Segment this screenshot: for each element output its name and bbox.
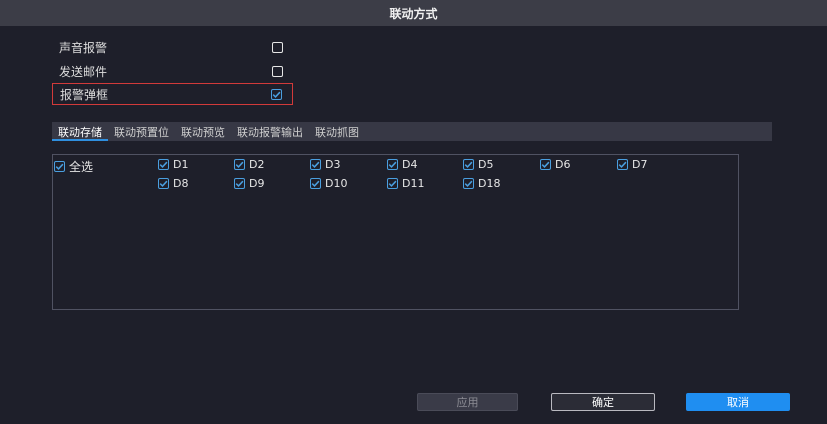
channel-item[interactable]: D7 <box>617 158 647 171</box>
check-icon <box>464 161 473 168</box>
tab-linkage-preset[interactable]: 联动预置位 <box>108 122 175 141</box>
channel-checkbox[interactable] <box>158 159 169 170</box>
option-send-email[interactable]: 发送邮件 <box>52 60 293 82</box>
channel-checkbox[interactable] <box>617 159 628 170</box>
check-icon <box>272 91 281 98</box>
check-icon <box>311 161 320 168</box>
option-label: 报警弹框 <box>60 87 109 102</box>
channel-label: D10 <box>325 177 348 190</box>
channel-checkbox[interactable] <box>310 178 321 189</box>
check-icon <box>311 180 320 187</box>
channel-item[interactable]: D4 <box>387 158 417 171</box>
check-icon <box>159 161 168 168</box>
channel-item[interactable]: D9 <box>234 177 264 190</box>
channel-item[interactable]: D6 <box>540 158 570 171</box>
select-all-item[interactable]: 全选 <box>54 158 93 175</box>
option-label: 声音报警 <box>59 40 108 55</box>
check-icon <box>541 161 550 168</box>
tab-linkage-snapshot[interactable]: 联动抓图 <box>309 122 365 141</box>
channel-checkbox[interactable] <box>463 178 474 189</box>
check-icon <box>464 180 473 187</box>
window-title-bar: 联动方式 <box>0 0 827 26</box>
channel-checkbox[interactable] <box>540 159 551 170</box>
check-icon <box>235 180 244 187</box>
channel-item[interactable]: D18 <box>463 177 500 190</box>
cancel-button[interactable]: 取消 <box>686 393 790 411</box>
channel-item[interactable]: D8 <box>158 177 188 190</box>
send-email-checkbox[interactable] <box>272 65 283 77</box>
channel-checkbox[interactable] <box>234 159 245 170</box>
sound-alarm-checkbox[interactable] <box>272 41 283 53</box>
check-icon <box>55 163 64 170</box>
channel-label: D4 <box>402 158 418 171</box>
channel-label: D8 <box>173 177 189 190</box>
channel-label: D3 <box>325 158 341 171</box>
channel-item[interactable]: D2 <box>234 158 264 171</box>
channel-label: D18 <box>478 177 501 190</box>
channel-label: D11 <box>402 177 425 190</box>
option-label: 发送邮件 <box>59 64 108 79</box>
channel-item[interactable]: D10 <box>310 177 347 190</box>
tab-linkage-preview[interactable]: 联动预览 <box>175 122 231 141</box>
channel-checkbox[interactable] <box>158 178 169 189</box>
channel-label: D2 <box>249 158 265 171</box>
check-icon <box>388 161 397 168</box>
apply-button[interactable]: 应用 <box>417 393 518 411</box>
check-icon <box>159 180 168 187</box>
check-icon <box>388 180 397 187</box>
channel-item[interactable]: D3 <box>310 158 340 171</box>
ok-button[interactable]: 确定 <box>551 393 655 411</box>
channel-label: D5 <box>478 158 494 171</box>
select-all-label: 全选 <box>69 160 94 174</box>
channel-item[interactable]: D11 <box>387 177 424 190</box>
channel-label: D7 <box>632 158 648 171</box>
select-all-checkbox[interactable] <box>54 161 65 172</box>
check-icon <box>618 161 627 168</box>
window-title: 联动方式 <box>389 6 438 21</box>
channel-checkbox[interactable] <box>463 159 474 170</box>
channel-label: D1 <box>173 158 189 171</box>
channel-checkbox[interactable] <box>310 159 321 170</box>
tab-linkage-record[interactable]: 联动存储 <box>52 122 108 141</box>
check-icon <box>235 161 244 168</box>
linkage-tabs: 联动存储 联动预置位 联动预览 联动报警输出 联动抓图 <box>52 122 772 141</box>
alarm-popup-checkbox[interactable] <box>271 88 282 100</box>
channel-checkbox[interactable] <box>387 178 398 189</box>
option-alarm-popup[interactable]: 报警弹框 <box>52 83 293 105</box>
option-sound-alarm[interactable]: 声音报警 <box>52 36 293 58</box>
channel-item[interactable]: D5 <box>463 158 493 171</box>
channel-label: D6 <box>555 158 571 171</box>
channel-checkbox[interactable] <box>234 178 245 189</box>
channel-checkbox[interactable] <box>387 159 398 170</box>
tab-linkage-alarm-output[interactable]: 联动报警输出 <box>231 122 309 141</box>
channel-label: D9 <box>249 177 265 190</box>
channel-item[interactable]: D1 <box>158 158 188 171</box>
